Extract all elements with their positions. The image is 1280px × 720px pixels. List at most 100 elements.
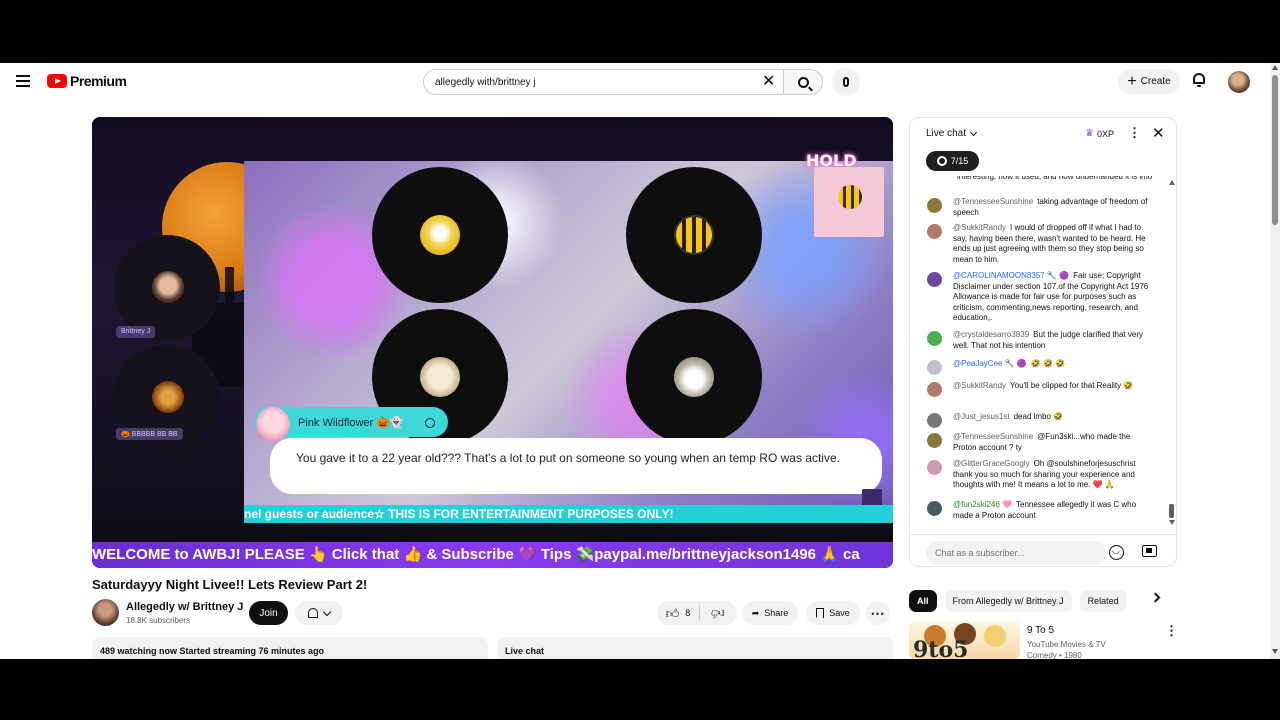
chat-mode-dropdown[interactable]: Live chat — [926, 128, 978, 139]
super-chat-icon[interactable] — [1142, 545, 1157, 557]
scroll-thumb[interactable] — [1272, 75, 1278, 225]
search-input[interactable] — [435, 76, 735, 88]
chat-input[interactable] — [926, 541, 1106, 565]
chat-avatar[interactable] — [927, 433, 942, 448]
chat-message: @SukkitRandy You'll be clipped for that R… — [910, 381, 1168, 397]
thumbs-down-icon: 👍︎ — [711, 606, 725, 621]
chat-author[interactable]: @fun2ski246 🩷 — [953, 500, 1012, 509]
bookmark-icon — [816, 608, 825, 618]
chip-from-channel[interactable]: From Allegedly w/ Brittney J — [944, 590, 1072, 612]
search-button[interactable] — [783, 69, 823, 95]
chat-avatar[interactable] — [927, 501, 942, 516]
emoji-icon[interactable] — [1109, 545, 1124, 560]
live-chat-panel: Live chat ♛ 0XP ⋮ ✕ 7/15 interesting, ho… — [909, 117, 1177, 567]
close-icon[interactable]: ✕ — [1152, 124, 1165, 142]
chat-author[interactable]: @Just_jesus1st — [953, 412, 1010, 421]
more-vert-icon[interactable]: ⋮ — [1165, 623, 1178, 639]
save-label: Save — [829, 608, 850, 618]
guest-disc — [372, 167, 508, 303]
chat-avatar[interactable] — [927, 272, 942, 287]
chat-message: @TennesseeSunshine @Fun3ski...who made th… — [910, 432, 1168, 453]
search-box — [423, 69, 783, 95]
guest-name-label: 🎃 BBBBB BB BB — [116, 428, 183, 440]
chat-author[interactable]: @PeaJayCee 🔧 🟣 — [953, 359, 1027, 368]
menu-icon[interactable] — [16, 73, 32, 89]
video-thumbnail: 9to5 — [909, 621, 1020, 659]
chat-scrollbar[interactable] — [1168, 176, 1176, 528]
channel-name[interactable]: Allegedly w/ Brittney J — [126, 601, 243, 613]
video-player[interactable]: Brittney J 🎃 BBBBB BB BB HOLD Pink Wildf… — [92, 117, 893, 568]
join-button[interactable]: Join — [249, 601, 288, 625]
chat-message: @TennesseeSunshine taking advantage of fr… — [910, 197, 1168, 218]
save-button[interactable]: Save — [806, 601, 860, 625]
chat-author[interactable]: @crystaldesarro3839 — [953, 330, 1029, 339]
chat-text: 🤣 🤣 🤣 — [1030, 359, 1066, 368]
xp-indicator[interactable]: ♛ 0XP — [1085, 128, 1114, 139]
notifications-bell-icon[interactable] — [1192, 73, 1206, 89]
chat-message: @SukkitRandy I would of dropped off if wh… — [910, 223, 1168, 265]
rec-channel: YouTube Movies & TV — [1027, 640, 1106, 649]
chat-author[interactable]: @SukkitRandy — [953, 223, 1006, 232]
chat-author[interactable]: @TennesseeSunshine — [953, 197, 1033, 206]
guest-avatar — [152, 271, 184, 303]
description-box[interactable]: 489 watching now Started streaming 76 mi… — [92, 637, 488, 659]
recommended-video[interactable]: 9to5 9 To 5 YouTube Movies & TV Comedy •… — [909, 621, 1179, 659]
chip-related[interactable]: Related — [1079, 590, 1127, 612]
letterbox-top — [0, 0, 1280, 63]
dog-avatar — [674, 357, 714, 397]
chat-author[interactable]: @CAROLINAMOON8357 🔧 🟣 — [953, 271, 1069, 280]
scroll-up-icon[interactable] — [1272, 65, 1278, 70]
chat-message: @fun2ski246 🩷 Tennessee allegedly it was … — [910, 500, 1168, 521]
channel-avatar[interactable] — [92, 599, 119, 626]
guest-disc — [626, 167, 762, 303]
duck-avatar — [420, 215, 460, 255]
guest-avatar — [420, 357, 460, 397]
pig-avatar — [256, 407, 290, 441]
scroll-down-icon[interactable] — [1169, 520, 1175, 525]
chat-text: You'll be clipped for that Reality 🤣 — [1010, 381, 1134, 390]
chat-title: Live chat — [926, 128, 967, 139]
clear-search-icon[interactable]: ✕ — [762, 74, 775, 90]
youtube-premium-logo[interactable]: Premium — [47, 73, 127, 89]
dislike-button[interactable]: 👍︎ — [700, 601, 736, 625]
voice-search-button[interactable] — [832, 68, 860, 96]
chat-avatar[interactable] — [927, 460, 942, 475]
chat-text: interesting, how it used, and how underh… — [957, 176, 1153, 181]
chat-avatar[interactable] — [927, 382, 942, 397]
more-actions-icon[interactable]: ⋯ — [866, 601, 890, 625]
chat-avatar[interactable] — [927, 360, 942, 375]
chip-all[interactable]: All — [909, 590, 937, 612]
chat-goal-pill[interactable]: 7/15 — [926, 151, 979, 171]
like-button[interactable]: 👍︎ 8 — [657, 601, 699, 625]
scroll-down-icon[interactable] — [1272, 649, 1278, 654]
share-button[interactable]: ➦ Share — [742, 601, 798, 625]
guest-name-label: Brittney J — [116, 326, 156, 338]
chat-messages: interesting, how it used, and how underh… — [910, 176, 1168, 528]
hold-card — [814, 167, 884, 237]
scroll-up-icon[interactable] — [1169, 180, 1175, 185]
chat-avatar[interactable] — [927, 224, 942, 239]
live-chat-section[interactable]: Live chat — [497, 637, 893, 659]
rec-title: 9 To 5 — [1027, 625, 1055, 636]
chat-author[interactable]: @GlitterGraceGoogly — [953, 459, 1030, 468]
chat-avatar[interactable] — [927, 413, 942, 428]
create-button[interactable]: + Create — [1118, 69, 1180, 94]
chat-avatar[interactable] — [927, 331, 942, 346]
chat-avatar[interactable] — [927, 198, 942, 213]
masthead: Premium ✕ + Create — [0, 63, 1270, 101]
notifications-button[interactable] — [295, 601, 343, 625]
chat-text: dead lmbo 🤣 — [1013, 412, 1064, 421]
chat-author[interactable]: @TennesseeSunshine — [953, 432, 1033, 441]
rec-meta: Comedy • 1980 — [1027, 651, 1082, 659]
letterbox-bottom — [0, 659, 1280, 720]
youtube-watch-page: Premium ✕ + Create Brittney J 🎃 BBBBB BB… — [0, 63, 1280, 659]
chat-message: @GlitterGraceGoogly Oh @soulshineforjesus… — [910, 459, 1168, 491]
chat-more-icon[interactable]: ⋮ — [1128, 125, 1141, 141]
account-avatar[interactable] — [1228, 71, 1250, 93]
crown-icon: ♛ — [1085, 128, 1094, 139]
chat-author[interactable]: @SukkitRandy — [953, 381, 1006, 390]
related-chips: All From Allegedly w/ Brittney J Related — [909, 589, 1171, 613]
share-label: Share — [764, 608, 789, 618]
page-scrollbar[interactable] — [1270, 63, 1280, 659]
scroll-thumb[interactable] — [1169, 504, 1174, 518]
